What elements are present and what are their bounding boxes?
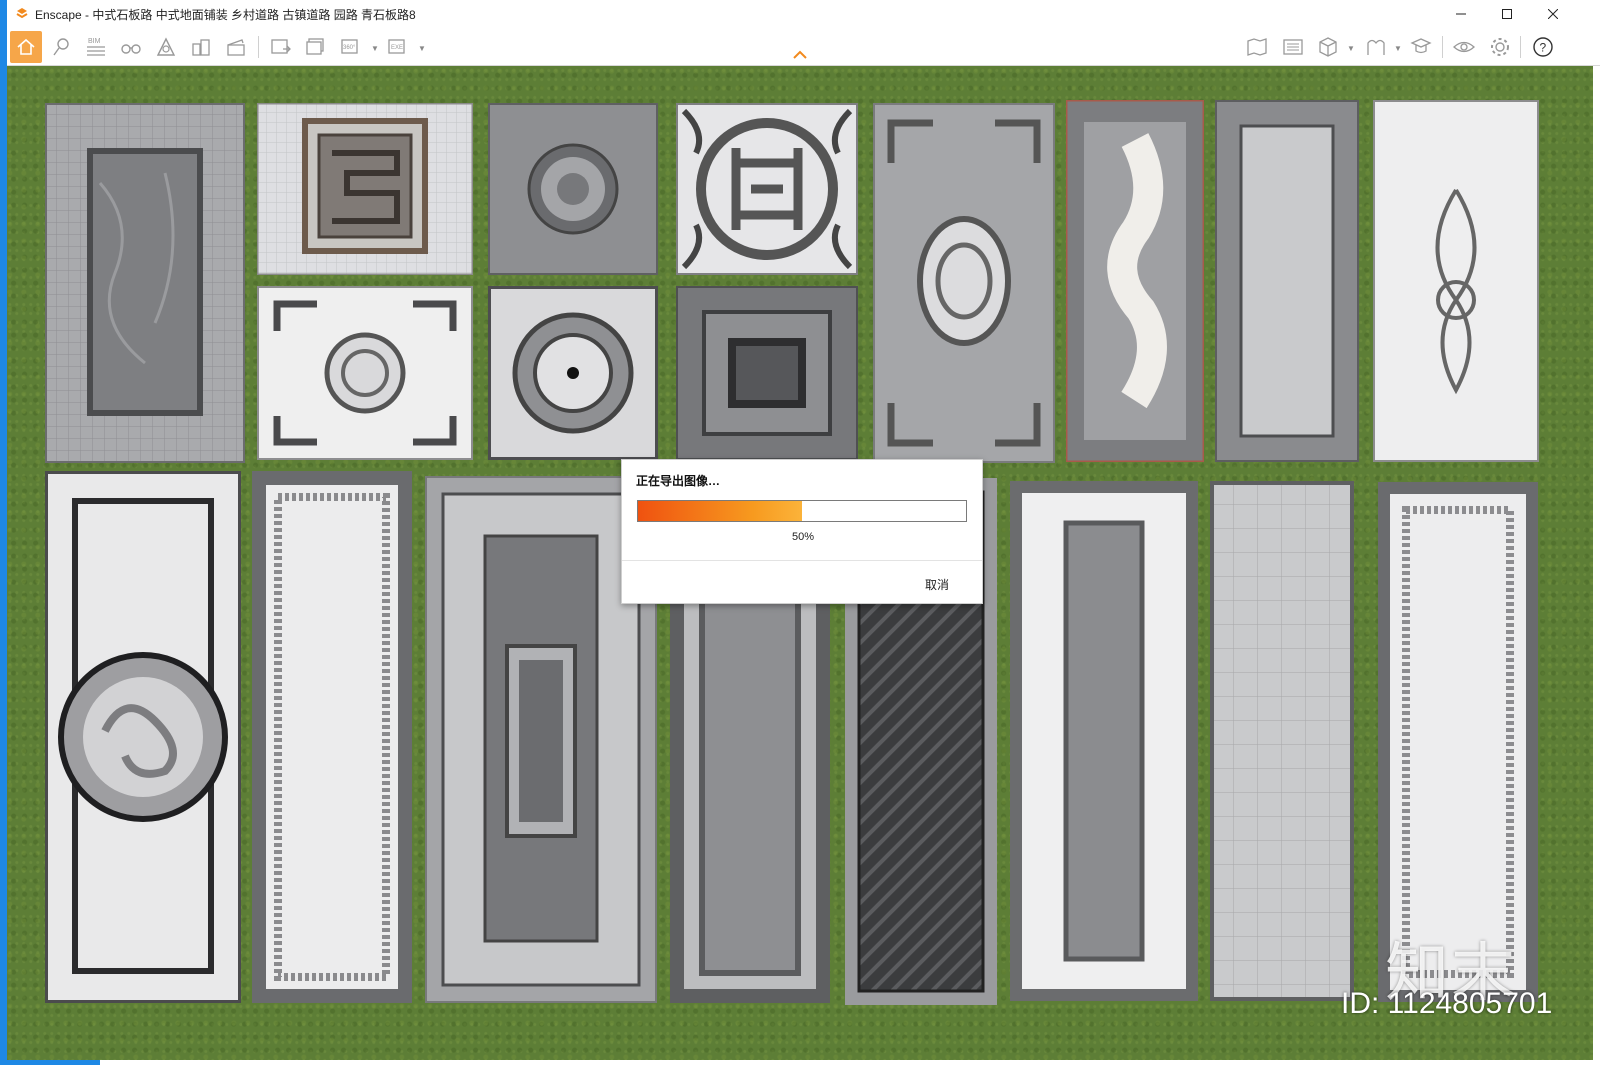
feedback-icon: [1410, 38, 1432, 54]
asset-library-button[interactable]: [1312, 31, 1344, 63]
batch-render-icon: [306, 38, 324, 55]
paving-tile: [1210, 481, 1354, 1001]
home-icon: [17, 38, 35, 55]
progress-percent: 50%: [791, 531, 815, 543]
clapperboard-icon: [227, 39, 245, 56]
window-title: Enscape - 中式石板路 中式地面铺装 乡村道路 古镇道路 园路 青石板路…: [35, 7, 416, 22]
binoculars-icon: [121, 44, 141, 54]
enscape-window: Enscape - 中式石板路 中式地面铺装 乡村道路 古镇道路 园路 青石板路…: [0, 0, 1600, 1065]
chevron-down-icon[interactable]: ▼: [418, 44, 426, 53]
paving-tile: [252, 471, 412, 1003]
window-bottom-border: [7, 1060, 1600, 1065]
location-pin-icon: [53, 38, 69, 56]
minimize-icon: [1456, 13, 1466, 15]
home-button[interactable]: [10, 31, 42, 63]
material-icon: [1367, 39, 1385, 55]
help-button[interactable]: ?: [1527, 31, 1559, 63]
close-button[interactable]: [1530, 0, 1576, 28]
render-image-icon: [271, 39, 291, 54]
toolbar-divider: [1442, 36, 1443, 58]
minimize-button[interactable]: [1438, 0, 1484, 28]
watermark-id: ID: 1124805701: [1341, 987, 1553, 1020]
paving-tile: [45, 471, 241, 1003]
window-border: [0, 0, 7, 1065]
paving-tile: [488, 103, 658, 275]
bim-button[interactable]: BIM: [80, 31, 112, 63]
map-button[interactable]: [1241, 31, 1273, 63]
paving-tile: [1010, 481, 1198, 1001]
window-border: [0, 1060, 100, 1065]
svg-text:360°: 360°: [343, 45, 356, 51]
feedback-button[interactable]: [1405, 31, 1437, 63]
export-progress-dialog: 正在导出图像… 50% 取消: [621, 459, 983, 604]
buildings-icon: [192, 39, 210, 56]
view-button[interactable]: [1448, 31, 1480, 63]
close-icon: [1548, 9, 1558, 19]
paving-tile: [873, 103, 1055, 463]
svg-text:BIM: BIM: [88, 38, 101, 45]
dialog-title: 正在导出图像…: [636, 474, 721, 488]
export-exe-icon: EXE: [388, 39, 405, 54]
gear-icon: [1491, 38, 1509, 56]
toolbar-divider: [1520, 36, 1521, 58]
chevron-down-icon[interactable]: ▼: [1347, 44, 1355, 53]
cube-icon: [1319, 37, 1337, 57]
panorama-button[interactable]: 360°: [335, 31, 367, 63]
gallery-icon: [1283, 39, 1303, 55]
paving-tile: [488, 286, 658, 460]
video-editor-button[interactable]: [220, 31, 252, 63]
progress-bar: [637, 500, 967, 522]
eye-icon: [1453, 41, 1475, 53]
render-image-button[interactable]: [265, 31, 297, 63]
paving-tile: [257, 103, 473, 275]
paving-tile: [1373, 100, 1539, 462]
toolbar: BIM 360° ▼ EXE ▼ ▼ ▼ ?: [7, 28, 1600, 66]
maximize-icon: [1502, 9, 1512, 19]
help-icon: ?: [1533, 37, 1553, 57]
chevron-down-icon[interactable]: ▼: [371, 44, 379, 53]
progress-bar-fill: [638, 501, 802, 521]
atmosphere-icon: [156, 37, 176, 56]
paving-tile: [676, 286, 858, 460]
title-bar: Enscape - 中式石板路 中式地面铺装 乡村道路 古镇道路 园路 青石板路…: [7, 0, 1600, 28]
maximize-button[interactable]: [1484, 0, 1530, 28]
map-icon: [1247, 38, 1267, 56]
svg-text:?: ?: [1540, 41, 1547, 55]
paving-tile: [45, 103, 245, 463]
material-editor-button[interactable]: [1360, 31, 1392, 63]
enscape-logo-icon: [16, 8, 28, 19]
chevron-down-icon[interactable]: ▼: [1394, 44, 1402, 53]
atmosphere-button[interactable]: [150, 31, 182, 63]
paving-tile: [1066, 100, 1204, 462]
dialog-divider: [622, 560, 982, 561]
location-pin-button[interactable]: [45, 31, 77, 63]
gallery-button[interactable]: [1277, 31, 1309, 63]
cancel-button[interactable]: 取消: [907, 572, 967, 596]
buildings-button[interactable]: [185, 31, 217, 63]
paving-tile: [257, 286, 473, 460]
settings-button[interactable]: [1484, 31, 1516, 63]
toolbar-divider: [258, 36, 259, 58]
export-exe-button[interactable]: EXE: [382, 31, 414, 63]
binoculars-button[interactable]: [115, 31, 147, 63]
panorama-icon: 360°: [341, 39, 358, 54]
bim-icon: BIM: [87, 38, 105, 56]
svg-text:EXE: EXE: [391, 45, 403, 51]
collapse-toolbar-chevron-icon[interactable]: [792, 50, 808, 60]
batch-render-button[interactable]: [300, 31, 332, 63]
paving-tile: [676, 103, 858, 275]
paving-tile: [1215, 100, 1359, 462]
